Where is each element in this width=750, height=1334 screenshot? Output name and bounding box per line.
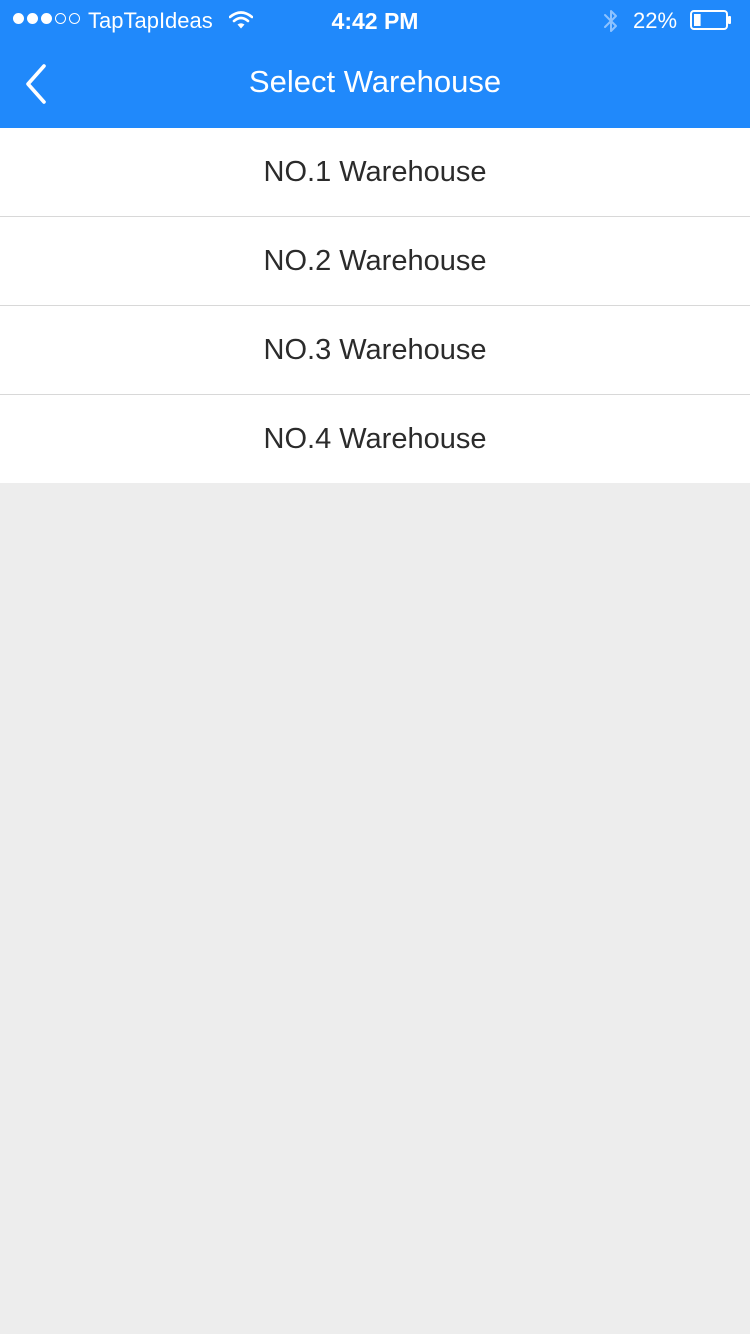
battery-percentage: 22% [633, 8, 678, 33]
warehouse-label: NO.1 Warehouse [263, 155, 487, 188]
warehouse-list: NO.1 Warehouse NO.2 Warehouse NO.3 Wareh… [0, 128, 750, 483]
navigation-bar: Select Warehouse [0, 40, 750, 128]
bluetooth-icon [604, 10, 617, 32]
warehouse-label: NO.3 Warehouse [263, 333, 487, 366]
page-title: Select Warehouse [248, 64, 502, 99]
warehouse-item[interactable]: NO.3 Warehouse [0, 306, 750, 395]
warehouse-item[interactable]: NO.2 Warehouse [0, 217, 750, 306]
warehouse-item[interactable]: NO.1 Warehouse [0, 128, 750, 217]
battery-fill [694, 14, 701, 26]
warehouse-label: NO.2 Warehouse [263, 244, 487, 277]
warehouse-item[interactable]: NO.4 Warehouse [0, 395, 750, 483]
app-header: TapTapIdeas 4:42 PM 22% Select Warehouse [0, 0, 750, 128]
warehouse-label: NO.4 Warehouse [263, 422, 487, 455]
status-bar: TapTapIdeas 4:42 PM 22% [0, 0, 750, 40]
battery-icon [690, 10, 731, 30]
